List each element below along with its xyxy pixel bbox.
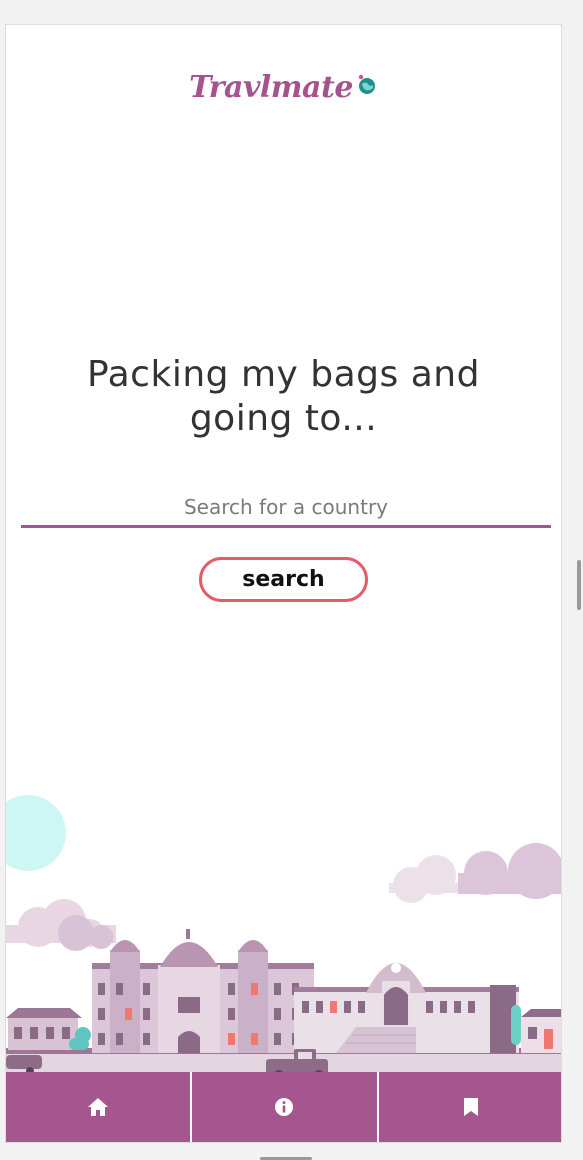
nav-home-button[interactable] <box>6 1072 191 1142</box>
nav-info-button[interactable] <box>192 1072 377 1142</box>
scrollbar-thumb[interactable] <box>577 560 581 610</box>
country-search-input[interactable] <box>21 489 551 528</box>
headline-line-2: going to... <box>189 398 378 439</box>
city-illustration <box>6 795 561 1075</box>
app-logo[interactable]: Travlmate <box>6 69 561 105</box>
info-icon <box>275 1098 294 1116</box>
bottom-nav <box>6 1072 561 1142</box>
globe-icon <box>358 74 375 94</box>
nav-bookmark-button[interactable] <box>378 1072 561 1142</box>
home-icon <box>88 1098 109 1116</box>
search-button[interactable]: search <box>199 557 368 602</box>
page-headline: Packing my bags and going to... <box>6 353 561 441</box>
app-frame: Travlmate Packing my bags and going to..… <box>5 24 562 1143</box>
headline-line-1: Packing my bags and <box>87 354 480 395</box>
bookmark-icon <box>463 1098 478 1116</box>
logo-text: Travlmate <box>189 69 353 105</box>
